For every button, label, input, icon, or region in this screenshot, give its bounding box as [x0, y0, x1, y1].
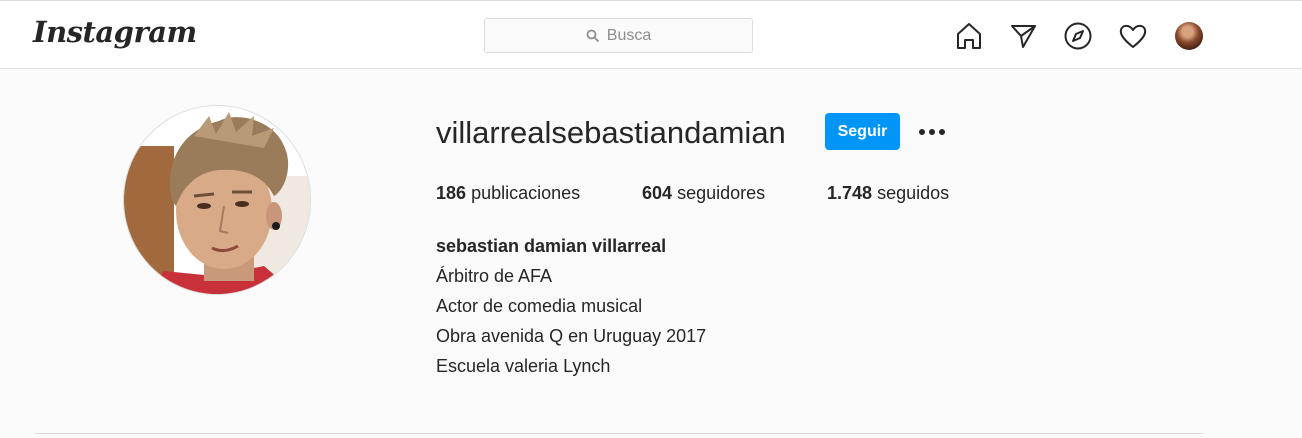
stat-posts: 186 publicaciones — [436, 181, 580, 205]
profile-full-name: sebastian damian villarreal — [436, 236, 667, 256]
top-nav: Instagram Busca — [0, 0, 1302, 69]
instagram-logo[interactable]: Instagram — [33, 15, 197, 49]
follow-button[interactable]: Seguir — [825, 113, 900, 150]
posts-label: publicaciones — [471, 183, 581, 203]
search-input[interactable]: Busca — [484, 18, 753, 53]
activity-heart-icon[interactable] — [1117, 20, 1149, 52]
following-count: 1.748 — [827, 183, 873, 203]
posts-count: 186 — [436, 183, 467, 203]
search-icon — [586, 29, 599, 42]
explore-icon[interactable] — [1062, 20, 1094, 52]
followers-count: 604 — [642, 183, 673, 203]
bio-line: Árbitro de AFA — [436, 266, 553, 286]
direct-message-icon[interactable] — [1007, 20, 1039, 52]
profile-avatar-icon[interactable] — [1175, 22, 1203, 50]
profile-picture[interactable] — [123, 105, 311, 295]
more-options-icon[interactable] — [916, 120, 948, 144]
following-label: seguidos — [877, 183, 950, 203]
profile-bio: sebastian damian villarreal Árbitro de A… — [436, 231, 706, 381]
stat-following[interactable]: 1.748 seguidos — [827, 181, 949, 205]
profile-username: villarrealsebastiandamian — [436, 115, 786, 150]
bio-line: Obra avenida Q en Uruguay 2017 — [436, 326, 707, 346]
bio-line: Escuela valeria Lynch — [436, 356, 611, 376]
followers-label: seguidores — [677, 183, 766, 203]
home-icon[interactable] — [953, 20, 985, 52]
stat-followers[interactable]: 604 seguidores — [642, 181, 765, 205]
section-divider — [35, 433, 1203, 434]
bio-line: Actor de comedia musical — [436, 296, 643, 316]
search-placeholder: Busca — [606, 26, 652, 44]
